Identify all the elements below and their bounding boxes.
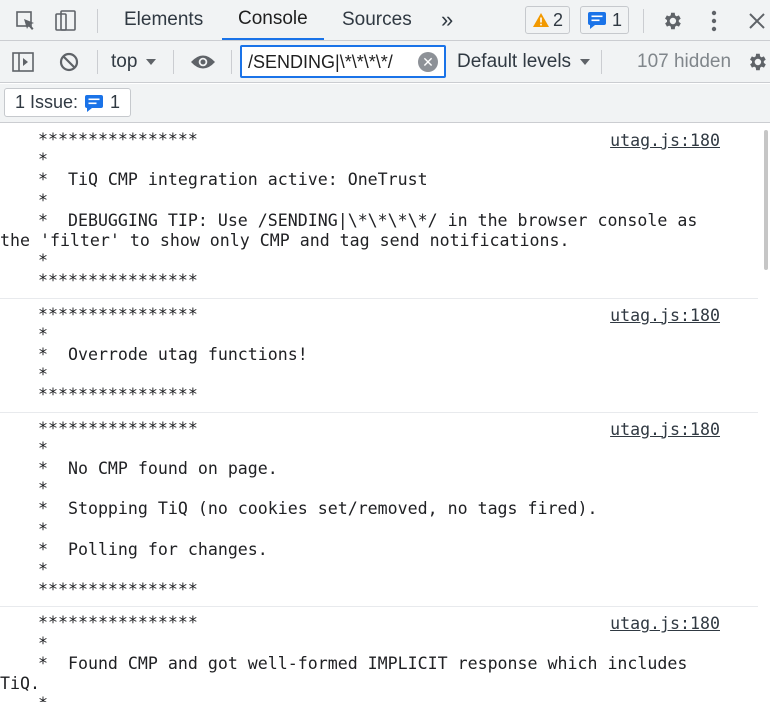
message-line: * [38, 519, 48, 539]
device-toolbar-icon[interactable] [52, 9, 80, 33]
source-link[interactable]: utag.js:180 [610, 131, 720, 150]
message-icon [85, 94, 104, 112]
message-line: * Polling for changes. [38, 539, 268, 559]
hidden-count: 107 hidden [637, 51, 732, 72]
console-messages: utag.js:180 **************** * * TiQ CMP in… [0, 124, 770, 702]
console-message: utag.js:180 **************** * * Found CMP … [0, 607, 770, 702]
console-message: utag.js:180 **************** * * TiQ CMP in… [0, 124, 770, 299]
filter-field: ✕ [240, 45, 446, 78]
clear-filter-icon[interactable]: ✕ [418, 52, 438, 72]
clear-console-icon[interactable] [56, 50, 82, 74]
message-line: * [38, 190, 48, 210]
settings-gear-icon[interactable] [659, 8, 685, 34]
message-line: * Stopping TiQ (no cookies set/removed, … [38, 499, 598, 519]
dropdown-arrow-icon [146, 59, 157, 65]
more-options-icon[interactable] [704, 8, 724, 34]
message-line: * Overrode utag functions! [38, 345, 308, 365]
message-icon [588, 12, 606, 29]
messages-count: 1 [612, 9, 623, 30]
message-line: * TiQ CMP integration active: OneTrust [38, 170, 428, 190]
message-line: * DEBUGGING TIP: Use /SENDING|\*\*\*\*/ … [0, 210, 708, 251]
message-text: **************** * * No CMP found on page.… [0, 419, 720, 601]
tab-console[interactable]: Console [222, 0, 324, 40]
message-line: * [38, 479, 48, 499]
context-label: top [111, 51, 138, 72]
issues-bar: 1 Issue: 1 [0, 84, 770, 123]
warnings-badge[interactable]: 2 [525, 6, 571, 34]
tab-elements[interactable]: Elements [124, 0, 203, 40]
log-levels-dropdown[interactable]: Default levels [457, 41, 591, 83]
devtools-tabbar: Elements Console Sources » 2 1 [0, 0, 770, 41]
console-settings-gear-icon[interactable] [744, 50, 770, 74]
message-line: * [38, 324, 48, 344]
console-message: utag.js:180 **************** * * No CMP fou… [0, 413, 770, 608]
console-scrollbar[interactable] [758, 124, 770, 702]
sidebar-toggle-icon[interactable] [10, 50, 36, 74]
close-icon[interactable] [744, 8, 770, 34]
console-toolbar: top ✕ Default levels 107 hidden [0, 41, 770, 83]
context-selector[interactable]: top [111, 41, 157, 83]
warning-icon [533, 13, 549, 27]
message-line: **************** [38, 385, 198, 405]
message-line: **************** [38, 271, 198, 291]
source-link[interactable]: utag.js:180 [610, 420, 720, 439]
message-line: **************** [38, 580, 198, 600]
filter-input[interactable] [248, 50, 418, 74]
console-message: utag.js:180 **************** * * Overrode u… [0, 299, 770, 413]
issues-count: 1 [110, 92, 121, 112]
source-link[interactable]: utag.js:180 [610, 614, 720, 633]
warnings-count: 2 [553, 9, 564, 30]
issues-button[interactable]: 1 Issue: 1 [4, 88, 132, 117]
message-line: * [0, 694, 720, 702]
message-line: * [38, 438, 48, 458]
source-link[interactable]: utag.js:180 [610, 306, 720, 325]
log-levels-label: Default levels [457, 51, 572, 72]
message-text: **************** * * TiQ CMP integration a… [0, 130, 720, 292]
message-line: * [38, 560, 48, 580]
tab-sources[interactable]: Sources [342, 0, 412, 40]
message-line: * [38, 251, 48, 271]
dropdown-arrow-icon [580, 59, 591, 65]
scrollbar-thumb[interactable] [764, 130, 768, 270]
more-tabs-button[interactable]: » [441, 0, 453, 40]
message-line: * No CMP found on page. [38, 459, 278, 479]
issues-label: 1 Issue: [15, 92, 79, 112]
message-line: * Found CMP and got well-formed IMPLICIT… [0, 653, 698, 694]
message-line: * [38, 150, 48, 170]
messages-badge[interactable]: 1 [580, 6, 630, 34]
message-line: * [38, 633, 48, 653]
message-line: * [38, 365, 48, 385]
live-expression-eye-icon[interactable] [188, 50, 218, 74]
inspect-element-icon[interactable] [14, 9, 38, 33]
